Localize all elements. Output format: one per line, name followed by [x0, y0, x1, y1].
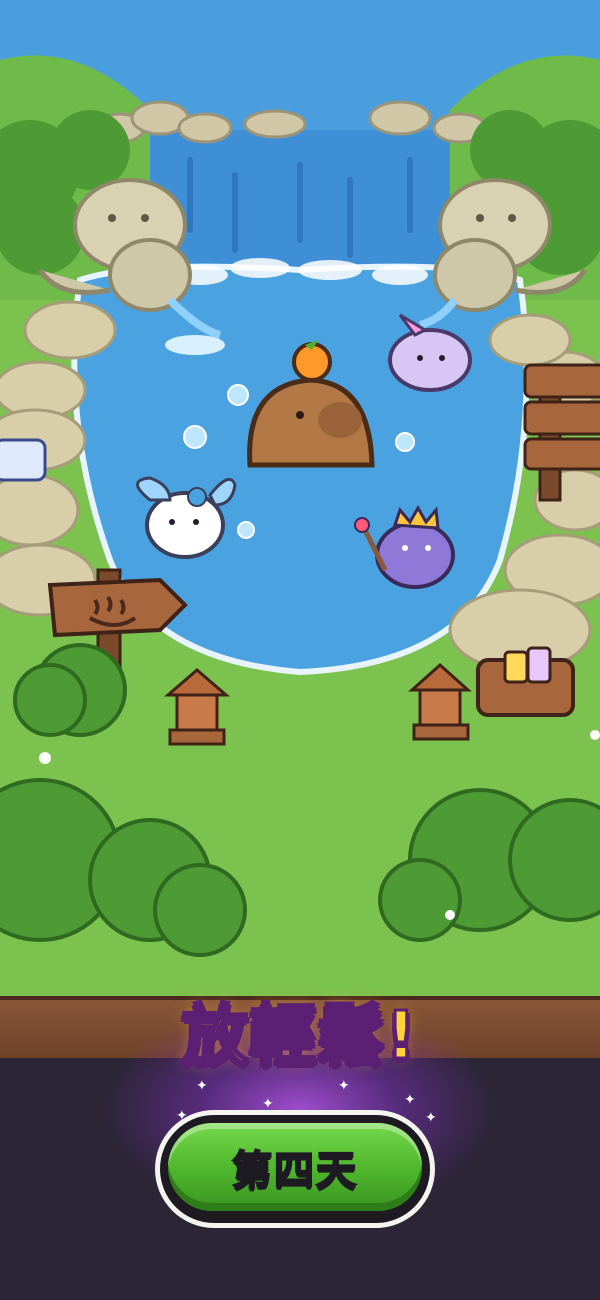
- sparkle-icon: ✦: [425, 1110, 437, 1126]
- folded-towel: [0, 438, 47, 482]
- wooden-bucket: [476, 646, 575, 717]
- day-four-button[interactable]: 第四天: [160, 1115, 430, 1223]
- game-screen: ✦ ✦ ✦ ✦ ✦ ✦ 放輕鬆! 第四天: [0, 0, 600, 1300]
- sparkle-icon: ✦: [338, 1078, 350, 1094]
- sparkle-icon: ✦: [262, 1096, 274, 1112]
- sparkle-icon: ✦: [196, 1078, 208, 1094]
- sparkle-icon: ✦: [404, 1092, 416, 1108]
- day-button-face[interactable]: 第四天: [168, 1123, 422, 1211]
- hot-spring-scene: [0, 0, 600, 1000]
- day-button-label: 第四天: [231, 1147, 358, 1195]
- relax-title: 放輕鬆!: [180, 996, 419, 1076]
